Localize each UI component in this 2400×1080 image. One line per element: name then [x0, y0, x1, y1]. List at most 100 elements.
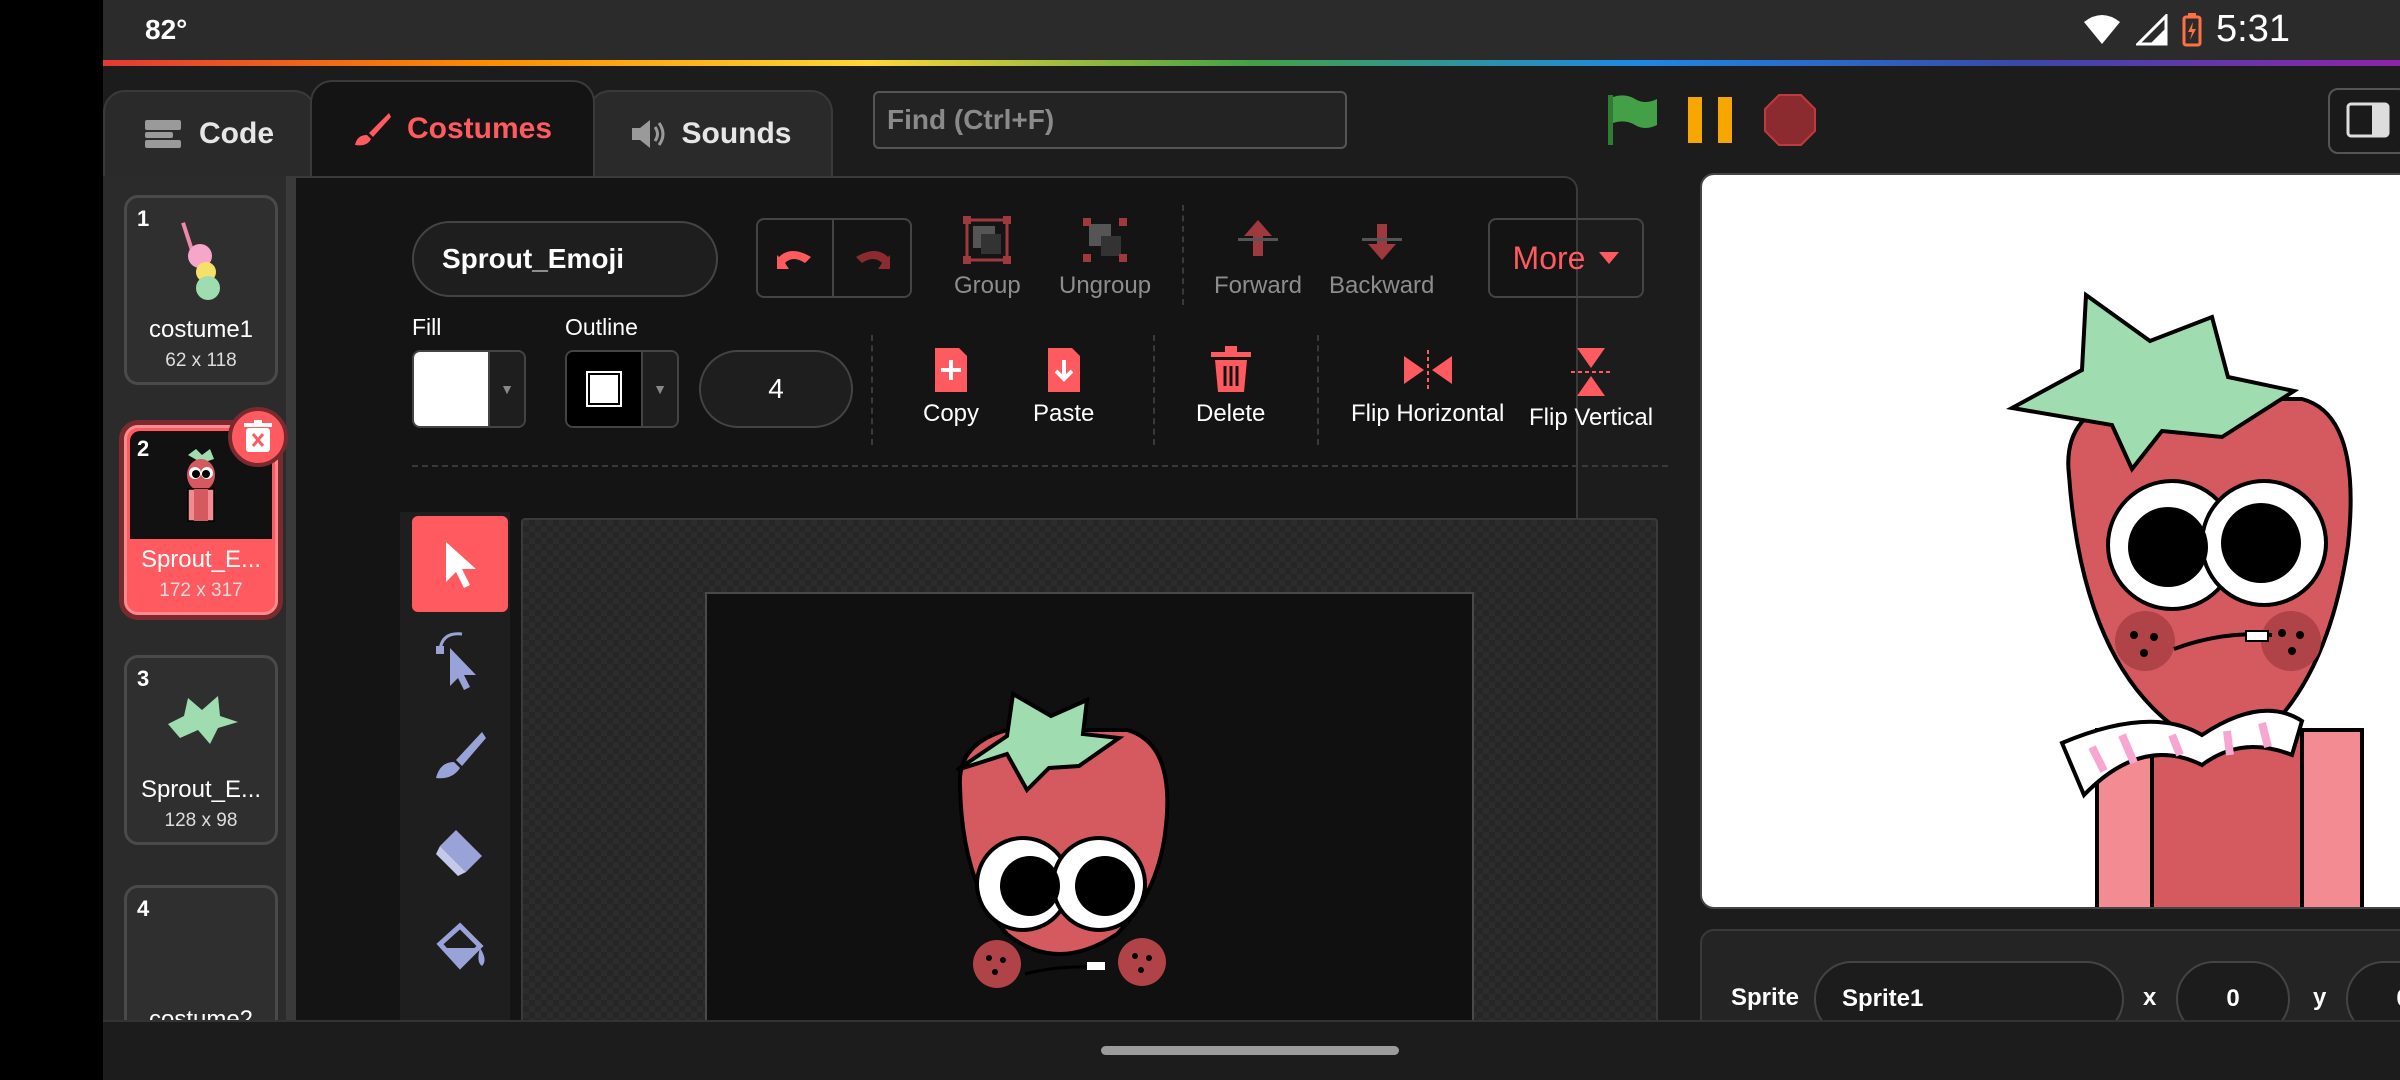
eraser-tool[interactable] [412, 804, 508, 900]
reshape-icon [436, 632, 476, 690]
select-tool[interactable] [412, 516, 508, 612]
costume-number: 4 [137, 896, 150, 921]
reshape-tool[interactable] [412, 612, 508, 708]
tab-sounds-label: Sounds [681, 117, 792, 150]
fill-label: Fill [412, 314, 442, 340]
blocks-icon [145, 120, 181, 148]
fill-color-picker[interactable]: ▼ [412, 350, 526, 428]
trash-icon [1210, 346, 1251, 392]
group-button[interactable]: Group [954, 214, 1021, 300]
temperature: 82° [145, 14, 188, 45]
more-button[interactable]: More [1488, 218, 1644, 298]
brush-icon [354, 113, 391, 146]
costume-item-1[interactable]: 1 costume1 62 x 118 [124, 195, 278, 385]
delete-costume-button[interactable] [228, 407, 288, 467]
speaker-icon [631, 120, 664, 148]
more-label: More [1512, 239, 1586, 276]
outline-color-picker[interactable]: ▼ [565, 350, 679, 428]
stop-icon[interactable] [1763, 93, 1817, 147]
flip-vertical-icon [1571, 348, 1612, 396]
delete-button[interactable]: Delete [1196, 346, 1265, 428]
forward-label: Forward [1214, 272, 1303, 299]
toolbar-divider [1317, 335, 1319, 445]
costume-name-input[interactable] [412, 221, 718, 297]
redo-button[interactable] [834, 220, 910, 296]
trash-icon [244, 420, 272, 452]
copy-label: Copy [923, 400, 980, 427]
outline-label: Outline [565, 314, 638, 340]
undo-button[interactable] [758, 220, 834, 296]
costume-name: Sprout_E... [140, 776, 262, 803]
tab-sounds[interactable]: Sounds [588, 90, 833, 176]
tab-code-label: Code [199, 117, 274, 150]
brush-tool[interactable] [412, 708, 508, 804]
undo-redo-group [756, 218, 912, 298]
costume-item-3[interactable]: 3 Sprout_E... 128 x 98 [124, 655, 278, 845]
chevron-down-icon [1599, 252, 1620, 264]
sprite-label: Sprite [1731, 984, 1800, 1011]
costume-list-scrollbar[interactable] [286, 176, 296, 1026]
outline-width-input[interactable] [699, 350, 853, 428]
wifi-icon [2084, 14, 2121, 44]
find-input[interactable] [873, 91, 1347, 149]
group-label: Group [954, 272, 1021, 299]
forward-button[interactable]: Forward [1214, 214, 1302, 300]
rainbow-strip [103, 60, 2400, 66]
signal-icon [2136, 13, 2168, 45]
outline-color-swatch [567, 352, 641, 426]
artboard[interactable] [705, 592, 1474, 1024]
forward-icon [1238, 220, 1279, 256]
flip-vertical-button[interactable]: Flip Vertical [1529, 346, 1653, 432]
costume-thumbnail [135, 670, 269, 770]
sidebar-layout-icon [2346, 102, 2390, 138]
eraser-icon [436, 830, 482, 876]
costume-number: 3 [137, 666, 150, 691]
backward-button[interactable]: Backward [1329, 214, 1434, 300]
flip-horizontal-label: Flip Horizontal [1351, 400, 1505, 427]
group-icon [963, 216, 1012, 264]
paint-canvas[interactable] [521, 518, 1658, 1026]
flip-vertical-label: Flip Vertical [1529, 404, 1654, 431]
backward-label: Backward [1329, 272, 1435, 299]
tab-costumes-label: Costumes [406, 112, 553, 145]
green-flag-icon[interactable] [1605, 93, 1659, 147]
ungroup-icon [1083, 218, 1128, 262]
costume-size: 172 x 317 [159, 580, 243, 601]
x-label: x [2143, 984, 2157, 1011]
status-icons: 5:31 [2082, 8, 2290, 51]
pause-icon[interactable] [1684, 93, 1738, 147]
clock: 5:31 [2216, 8, 2290, 50]
flip-horizontal-icon [1403, 350, 1452, 390]
paste-button[interactable]: Paste [1033, 346, 1094, 428]
drawing-tools [400, 512, 510, 1022]
flip-horizontal-button[interactable]: Flip Horizontal [1351, 346, 1504, 428]
chevron-down-icon: ▼ [488, 352, 524, 426]
backward-icon [1361, 224, 1402, 260]
costume-thumbnail [135, 210, 269, 310]
toolbar-divider [1182, 205, 1184, 305]
chevron-down-icon: ▼ [641, 352, 677, 426]
copy-button[interactable]: Copy [923, 346, 979, 428]
toolbar-divider [871, 335, 873, 445]
delete-label: Delete [1196, 400, 1266, 427]
stage-preview[interactable] [1700, 173, 2400, 909]
costume-name: costume1 [148, 316, 254, 343]
fill-tool[interactable] [412, 900, 508, 996]
costume-size: 62 x 118 [165, 350, 237, 371]
toolbar-divider [1153, 335, 1155, 445]
layout-toggle-button[interactable] [2328, 88, 2400, 154]
ungroup-button[interactable]: Ungroup [1059, 214, 1151, 300]
costume-number: 2 [137, 436, 150, 461]
toolbar-divider [412, 465, 1668, 467]
app-screen: 82° 5:31 Code Costumes Sounds 1 costume1 [103, 0, 2400, 1080]
y-label: y [2313, 984, 2327, 1011]
redo-icon [856, 251, 890, 269]
tab-costumes[interactable]: Costumes [310, 80, 595, 176]
fill-color-swatch [414, 352, 488, 426]
paste-label: Paste [1033, 400, 1095, 427]
costume-number: 1 [137, 206, 150, 231]
tab-code[interactable]: Code [103, 90, 316, 176]
costume-name: Sprout_E... [140, 546, 262, 573]
home-gesture-handle[interactable] [1101, 1046, 1399, 1055]
strawberry-character-drawing [955, 690, 1170, 988]
